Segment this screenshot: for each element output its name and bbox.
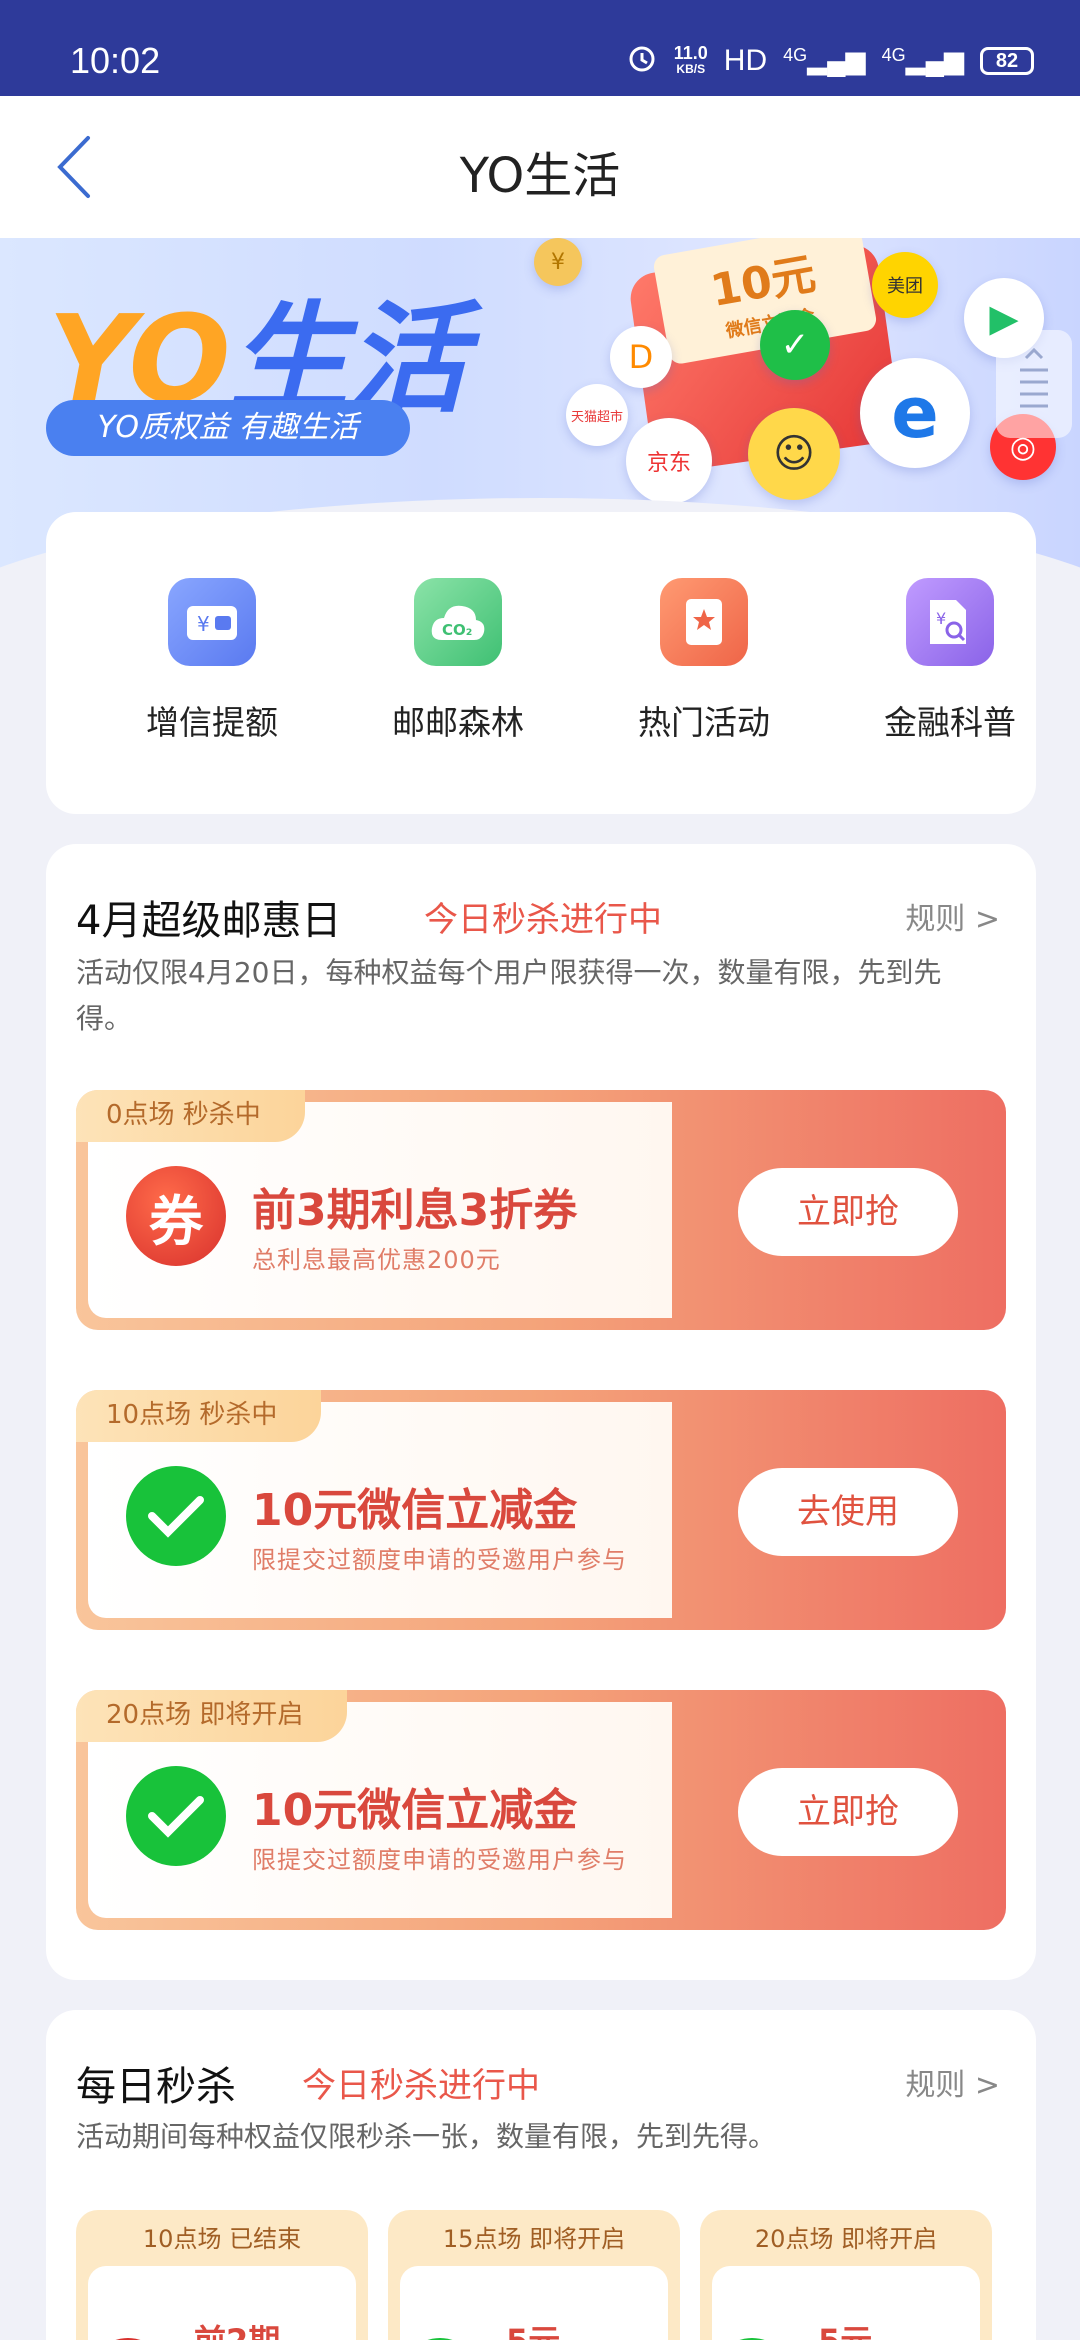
deal-card: 0点场 秒杀中 券 前3期利息3折券 总利息最高优惠200元 立即抢 [76, 1090, 1006, 1330]
coin-icon: ¥ [534, 238, 582, 286]
check-icon: ✓ [760, 310, 830, 380]
coupon-badge-icon: 券 [126, 1166, 226, 1266]
deal-session-ribbon: 0点场 秒杀中 [76, 1090, 305, 1142]
jd-logo-icon: 京东 [626, 418, 712, 504]
rules-link[interactable]: 规则 > [905, 2060, 1000, 2104]
status-bar: 10:02 11.0 KB/S HD 4G▂▄▆ 4G▂▄▆ 82 [0, 0, 1080, 96]
rules-link[interactable]: 规则 > [905, 894, 1000, 938]
svg-text:CO₂: CO₂ [442, 621, 472, 639]
nav-bar: YO生活 [0, 96, 1080, 238]
deal-session-ribbon: 10点场 秒杀中 [76, 1390, 322, 1442]
status-time: 10:02 [70, 40, 161, 81]
document-search-icon: ¥ [906, 578, 994, 666]
alarm-icon [626, 42, 658, 79]
deal-subtitle: 总利息最高优惠200元 [252, 1246, 501, 1274]
deal-subtitle: 限提交过额度申请的受邀用户参与 [252, 1846, 627, 1874]
status-icons: 11.0 KB/S HD 4G▂▄▆ 4G▂▄▆ 82 [626, 42, 1034, 79]
section-status-tag: 今日秒杀进行中 [424, 900, 662, 940]
co2-cloud-icon: CO₂ [414, 578, 502, 666]
didi-logo-icon: D [610, 326, 672, 388]
quick-item-activity[interactable]: 热门活动 [604, 578, 804, 744]
daily-card-text: 5元 [506, 2316, 560, 2340]
meituan-logo-icon: 美团 [872, 252, 938, 318]
deal-card: 10点场 秒杀中 10元微信立减金 限提交过额度申请的受邀用户参与 去使用 [76, 1390, 1006, 1630]
super-day-section: 4月超级邮惠日 今日秒杀进行中 规则 > 活动仅限4月20日，每种权益每个用户限… [46, 844, 1036, 1980]
daily-flash-section: 每日秒杀 今日秒杀进行中 规则 > 活动期间每种权益仅限秒杀一张，数量有限，先到… [46, 2010, 1036, 2340]
daily-flash-card[interactable]: 10点场 已结束 券 前2期 [76, 2210, 368, 2340]
daily-flash-card[interactable]: 15点场 即将开启 ✓ 5元 [388, 2210, 680, 2340]
section-description: 活动期间每种权益仅限秒杀一张，数量有限，先到先得。 [76, 2120, 777, 2153]
deal-title: 前3期利息3折券 [252, 1185, 578, 1236]
quick-item-credit[interactable]: ¥ 增信提额 [112, 578, 312, 744]
wechat-icon [126, 1766, 226, 1866]
floating-scroll-handle[interactable] [996, 330, 1072, 438]
mascot-icon: ☺ [748, 408, 840, 500]
ebrowser-logo-icon: e [860, 358, 970, 468]
daily-card-text: 前2期 [194, 2316, 280, 2340]
use-button[interactable]: 去使用 [738, 1468, 958, 1556]
menu-lines-icon [1020, 347, 1048, 408]
svg-text:¥: ¥ [197, 612, 210, 636]
tmall-logo-icon: 天猫超市 [566, 384, 628, 446]
quick-menu-card: ¥ 增信提额 CO₂ 邮邮森林 热门活动 ¥ 金融科普 [46, 512, 1036, 814]
signal-1-icon: 4G▂▄▆ [783, 45, 866, 75]
grab-button[interactable]: 立即抢 [738, 1168, 958, 1256]
quick-item-forest[interactable]: CO₂ 邮邮森林 [358, 578, 558, 744]
daily-flash-card[interactable]: 20点场 即将开启 ✓ 5元 [700, 2210, 992, 2340]
wechat-icon [126, 1466, 226, 1566]
daily-card-header: 15点场 即将开启 [442, 2225, 626, 2253]
daily-card-text: 5元 [818, 2316, 872, 2340]
battery-icon: 82 [980, 46, 1034, 75]
quick-item-finance[interactable]: ¥ 金融科普 [850, 578, 1050, 744]
grab-button[interactable]: 立即抢 [738, 1768, 958, 1856]
deal-title: 10元微信立减金 [252, 1785, 578, 1836]
banner-slogan: YO质权益 有趣生活 [46, 400, 410, 456]
signal-2-icon: 4G▂▄▆ [881, 45, 964, 75]
section-description: 活动仅限4月20日，每种权益每个用户限获得一次，数量有限，先到先得。 [76, 956, 942, 1035]
page-title: YO生活 [459, 148, 621, 204]
section-title: 4月超级邮惠日 [76, 898, 342, 944]
section-title: 每日秒杀 [76, 2064, 236, 2110]
bookmark-star-icon [660, 578, 748, 666]
hd-indicator: HD [723, 43, 768, 77]
deal-subtitle: 限提交过额度申请的受邀用户参与 [252, 1546, 627, 1574]
wallet-icon: ¥ [168, 578, 256, 666]
svg-text:¥: ¥ [936, 609, 946, 628]
section-status-tag: 今日秒杀进行中 [302, 2066, 540, 2106]
deal-session-ribbon: 20点场 即将开启 [76, 1690, 348, 1742]
daily-card-header: 20点场 即将开启 [754, 2225, 938, 2253]
daily-card-header: 10点场 已结束 [142, 2225, 302, 2253]
deal-title: 10元微信立减金 [252, 1485, 578, 1536]
deal-card: 20点场 即将开启 10元微信立减金 限提交过额度申请的受邀用户参与 立即抢 [76, 1690, 1006, 1930]
net-speed: 11.0 KB/S [673, 42, 708, 76]
